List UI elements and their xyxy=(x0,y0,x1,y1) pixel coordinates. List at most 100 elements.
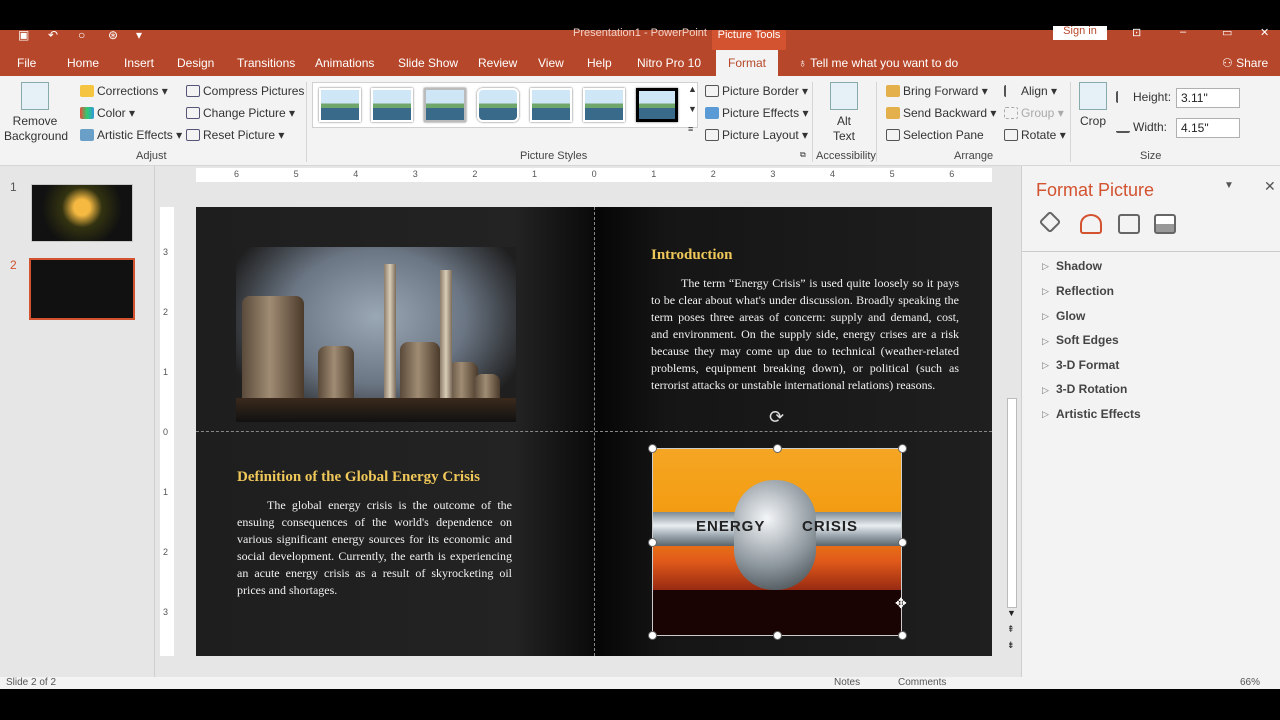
corrections-button[interactable]: Corrections ▾ xyxy=(80,84,168,98)
section-artistic-effects[interactable]: Artistic Effects xyxy=(1056,407,1141,421)
resize-handle[interactable] xyxy=(648,444,657,453)
artistic-effects-button[interactable]: Artistic Effects ▾ xyxy=(80,128,182,142)
rotate-button[interactable]: Rotate ▾ xyxy=(1004,128,1066,142)
section-soft-edges[interactable]: Soft Edges xyxy=(1056,333,1119,347)
tab-format[interactable]: Format xyxy=(716,50,779,76)
picture-layout-button[interactable]: Picture Layout ▾ xyxy=(705,128,808,142)
tab-insert[interactable]: Insert xyxy=(124,56,154,70)
picture-border-button[interactable]: Picture Border ▾ xyxy=(705,84,808,98)
group-button[interactable]: Group ▾ xyxy=(1004,106,1064,120)
tab-home[interactable]: Home xyxy=(67,56,99,70)
remove-background-button[interactable]: Remove Background xyxy=(4,82,68,144)
resize-handle[interactable] xyxy=(773,631,782,640)
gallery-more-icon[interactable]: ≡ xyxy=(688,124,693,134)
resize-handle[interactable] xyxy=(898,444,907,453)
expand-icon[interactable]: ▷ xyxy=(1042,286,1049,297)
resize-handle[interactable] xyxy=(898,538,907,547)
width-field[interactable]: 4.15" xyxy=(1176,118,1240,138)
section-3d-format[interactable]: 3-D Format xyxy=(1056,358,1119,372)
tab-view[interactable]: View xyxy=(538,56,564,70)
zoom-level[interactable]: 66% xyxy=(1240,677,1260,688)
ribbon-display-icon[interactable]: ⊡ xyxy=(1132,26,1141,39)
fill-line-icon[interactable] xyxy=(1038,210,1062,234)
picture-icon[interactable] xyxy=(1154,214,1176,234)
selection-pane-button[interactable]: Selection Pane xyxy=(886,128,984,142)
minimize-icon[interactable]: – xyxy=(1180,26,1186,38)
expand-icon[interactable]: ▷ xyxy=(1042,385,1049,396)
tab-help[interactable]: Help xyxy=(587,56,612,70)
left-paragraph[interactable]: The global energy crisis is the outcome … xyxy=(237,497,512,599)
picture-border-label: Picture Border xyxy=(722,84,799,98)
section-shadow[interactable]: Shadow xyxy=(1056,259,1102,273)
resize-handle[interactable] xyxy=(898,631,907,640)
right-heading[interactable]: Introduction xyxy=(651,247,732,264)
compress-pictures-button[interactable]: Compress Pictures xyxy=(186,84,304,98)
comments-button[interactable]: Comments xyxy=(898,677,946,688)
share-button[interactable]: ⚇ Share xyxy=(1222,56,1268,70)
crop-button[interactable]: Crop xyxy=(1076,82,1110,129)
tab-animations[interactable]: Animations xyxy=(315,56,374,70)
expand-icon[interactable]: ▷ xyxy=(1042,409,1049,420)
tab-design[interactable]: Design xyxy=(177,56,214,70)
resize-handle[interactable] xyxy=(648,631,657,640)
dialog-launcher-icon[interactable]: ⧉ xyxy=(800,150,806,160)
maximize-icon[interactable]: ▭ xyxy=(1222,26,1232,39)
tab-file[interactable]: File xyxy=(17,56,36,70)
vertical-scrollbar[interactable]: ▼ ⇞ ⇟ xyxy=(1005,208,1019,656)
ruler-tick-label: 4 xyxy=(353,169,359,179)
scrollbar-thumb[interactable] xyxy=(1007,398,1017,608)
style-thumb[interactable] xyxy=(371,88,413,122)
send-backward-button[interactable]: Send Backward ▾ xyxy=(886,106,996,120)
left-heading[interactable]: Definition of the Global Energy Crisis xyxy=(237,469,480,486)
accessibility-group-label: Accessibility xyxy=(816,150,876,162)
power-plant-image[interactable] xyxy=(236,247,516,422)
gallery-down-icon[interactable]: ▼ xyxy=(688,104,697,114)
close-pane-icon[interactable]: ✕ xyxy=(1264,178,1276,195)
tell-me-search[interactable]: ♁ Tell me what you want to do xyxy=(798,56,958,70)
gallery-up-icon[interactable]: ▲ xyxy=(688,84,697,94)
section-glow[interactable]: Glow xyxy=(1056,309,1085,323)
size-properties-icon[interactable] xyxy=(1118,214,1140,234)
reset-picture-button[interactable]: Reset Picture ▾ xyxy=(186,128,284,142)
style-thumb[interactable] xyxy=(530,88,572,122)
right-paragraph[interactable]: The term “Energy Crisis” is used quite l… xyxy=(651,275,959,394)
tab-transitions[interactable]: Transitions xyxy=(237,56,295,70)
style-thumb[interactable] xyxy=(583,88,625,122)
scroll-down-icon[interactable]: ▼ xyxy=(1007,608,1016,618)
style-thumb[interactable] xyxy=(477,88,519,122)
previous-slide-icon[interactable]: ⇞ xyxy=(1007,624,1015,635)
align-button[interactable]: Align ▾ xyxy=(1004,84,1057,98)
style-thumb[interactable] xyxy=(636,88,678,122)
height-field[interactable]: 3.11" xyxy=(1176,88,1240,108)
horizontal-guide[interactable] xyxy=(196,431,992,432)
color-button[interactable]: Color ▾ xyxy=(80,106,135,120)
alt-text-button[interactable]: Alt Text xyxy=(822,82,866,144)
expand-icon[interactable]: ▷ xyxy=(1042,311,1049,322)
rotate-handle-icon[interactable]: ⟳ xyxy=(769,407,784,428)
bring-forward-button[interactable]: Bring Forward ▾ xyxy=(886,84,988,98)
style-thumb[interactable] xyxy=(424,88,466,122)
picture-effects-button[interactable]: Picture Effects ▾ xyxy=(705,106,809,120)
expand-icon[interactable]: ▷ xyxy=(1042,336,1049,347)
section-reflection[interactable]: Reflection xyxy=(1056,284,1114,298)
resize-handle[interactable] xyxy=(773,444,782,453)
tab-slide-show[interactable]: Slide Show xyxy=(398,56,458,70)
change-picture-button[interactable]: Change Picture ▾ xyxy=(186,106,295,120)
expand-icon[interactable]: ▷ xyxy=(1042,261,1049,272)
next-slide-icon[interactable]: ⇟ xyxy=(1007,640,1015,651)
pane-options-icon[interactable]: ▼ xyxy=(1224,180,1234,191)
slide-thumbnail-1[interactable] xyxy=(31,184,133,242)
tab-review[interactable]: Review xyxy=(478,56,517,70)
style-thumb[interactable] xyxy=(319,88,361,122)
sign-in-button[interactable]: Sign in xyxy=(1053,26,1107,40)
remove-background-icon xyxy=(21,82,49,110)
notes-button[interactable]: Notes xyxy=(834,677,860,688)
tab-nitro[interactable]: Nitro Pro 10 xyxy=(637,56,701,70)
section-3d-rotation[interactable]: 3-D Rotation xyxy=(1056,382,1127,396)
close-icon[interactable]: ✕ xyxy=(1260,26,1269,39)
effects-pentagon-icon[interactable] xyxy=(1080,214,1102,234)
slide-canvas[interactable]: Definition of the Global Energy Crisis T… xyxy=(196,207,992,656)
resize-handle[interactable] xyxy=(648,538,657,547)
expand-icon[interactable]: ▷ xyxy=(1042,360,1049,371)
slide-thumbnail-2[interactable] xyxy=(29,258,135,320)
